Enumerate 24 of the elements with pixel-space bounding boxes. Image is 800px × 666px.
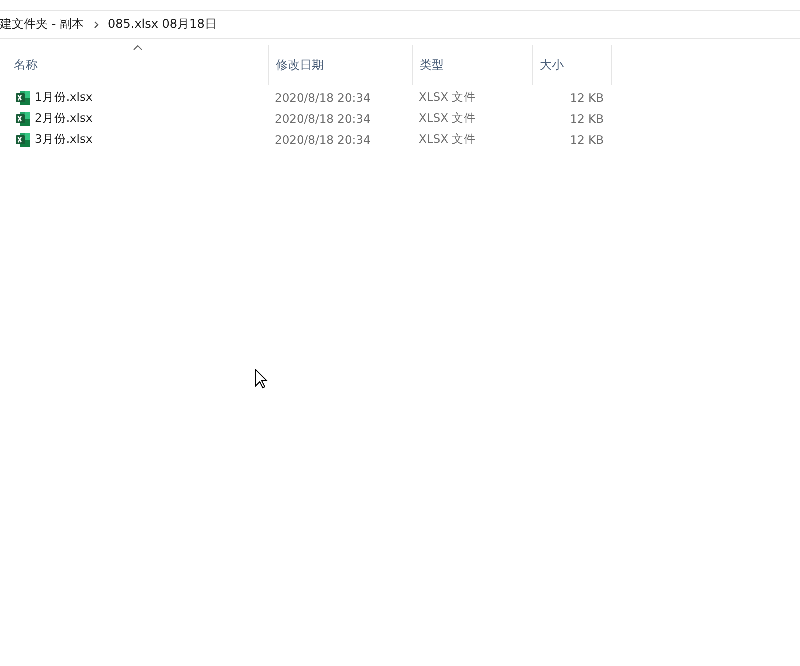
file-type: XLSX 文件 [418, 90, 478, 105]
spreadsheet-icon [15, 110, 31, 126]
modified-date: 2020/8/18 20:34 [274, 132, 372, 146]
sort-caret-icon [133, 45, 143, 51]
file-type: XLSX 文件 [418, 111, 478, 126]
spreadsheet-icon [15, 132, 31, 148]
spreadsheet-icon [15, 90, 31, 106]
mouse-cursor-icon [255, 369, 268, 389]
file-type: XLSX 文件 [418, 132, 478, 147]
breadcrumb-item[interactable]: 建文件夹 - 副本 [0, 16, 84, 33]
modified-date: 2020/8/18 20:34 [274, 112, 372, 126]
file-size: 12 KB [569, 112, 605, 126]
column-header[interactable]: 名称 [0, 45, 268, 85]
column-header[interactable]: 大小 [532, 45, 612, 85]
chevron-icon [92, 20, 100, 28]
file-name[interactable]: 2月份.xlsx [35, 111, 93, 126]
file-name[interactable]: 3月份.xlsx [35, 132, 93, 147]
modified-date: 2020/8/18 20:34 [274, 90, 372, 104]
breadcrumb-item[interactable]: 085.xlsx 08月18日 [108, 16, 217, 33]
column-header[interactable]: 类型 [412, 45, 532, 85]
file-size: 12 KB [569, 90, 605, 104]
column-header[interactable]: 修改日期 [268, 45, 412, 85]
file-name[interactable]: 1月份.xlsx [35, 90, 93, 105]
file-size: 12 KB [569, 132, 605, 146]
